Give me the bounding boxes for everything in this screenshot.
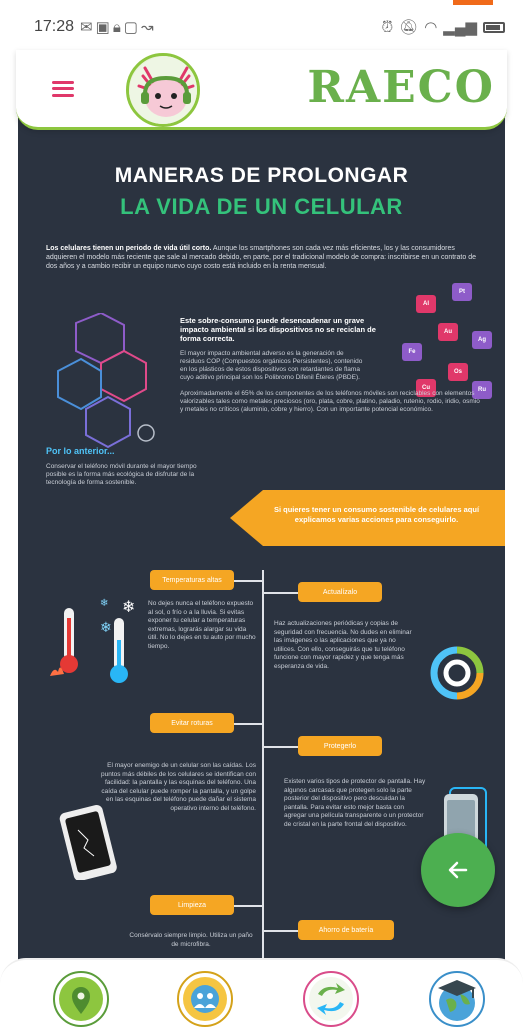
infographic-subtitle: LA VIDA DE UN CELULAR	[120, 194, 403, 219]
intro-paragraph: Los celulares tienen un periodo de vida …	[46, 244, 486, 271]
molecule-illustration	[57, 313, 155, 449]
element-tile: Os	[448, 363, 468, 381]
nav-education-button[interactable]	[428, 970, 486, 1028]
image-icon: ▣	[95, 19, 113, 36]
element-tile: Fe	[402, 343, 422, 361]
callout-banner-text: Si quieres tener un consumo sostenible d…	[273, 505, 480, 524]
por-lo-anterior-text: Conservar el teléfono móvil durante el m…	[46, 463, 197, 486]
por-lo-anterior-heading: Por lo anterior...	[46, 446, 115, 456]
community-gear-icon	[177, 971, 233, 1027]
system-icons: ⏰︎ 🔕︎ ◠ ▂▄▆	[381, 18, 505, 36]
section-text: Haz actualizaciones periódicas y copias …	[274, 620, 412, 670]
element-tile: Au	[438, 323, 458, 341]
recycle-arrows-icon	[303, 971, 359, 1027]
status-time: 17:28	[34, 18, 75, 35]
section-tag: Actualízalo	[298, 582, 382, 602]
section-tag: Limpieza	[150, 895, 234, 915]
impact-heading: Este sobre-consumo puede desencadenar un…	[180, 316, 376, 343]
svg-text:❄: ❄	[100, 598, 108, 609]
missed-call-icon: ↝	[140, 19, 157, 36]
bottom-navigation	[0, 958, 523, 1030]
nav-location-button[interactable]	[52, 970, 110, 1028]
svg-text:❄: ❄	[100, 620, 112, 636]
arrow-left-icon	[448, 861, 468, 879]
section-tag: Ahorro de batería	[298, 920, 394, 940]
timeline-connector	[230, 905, 264, 907]
section-text: No dejes nunca el teléfono expuesto al s…	[148, 600, 256, 650]
mute-icon: 🔕︎	[399, 19, 419, 36]
update-gear-icon	[430, 646, 484, 700]
section-tag: Protegerlo	[298, 736, 382, 756]
brand-logo-text: RAECO	[307, 62, 495, 113]
element-tile: Pt	[452, 283, 472, 301]
metals-text: Aproximadamente el 65% de los componente…	[180, 390, 480, 413]
alarm-icon: ⏰︎	[381, 18, 394, 36]
notification-icons: ✉▣🔒︎▢↝	[80, 18, 157, 36]
element-tile: Ag	[472, 331, 492, 349]
location-pin-icon	[53, 971, 109, 1027]
battery-icon	[483, 21, 505, 33]
section-text: Consérvalo siempre limpio. Utiliza un pa…	[129, 932, 253, 948]
timeline-connector	[230, 580, 264, 582]
section-text: El mayor enemigo de un celular son las c…	[100, 762, 256, 812]
back-fab-button[interactable]	[421, 833, 495, 907]
status-bar: 17:28 ✉▣🔒︎▢↝ ⏰︎ 🔕︎ ◠ ▂▄▆	[0, 0, 523, 54]
wifi-icon: ◠	[424, 19, 438, 36]
nav-community-button[interactable]	[176, 970, 234, 1028]
element-tile: Al	[416, 295, 436, 313]
infographic-title: MANERAS DE PROLONGAR	[114, 164, 409, 187]
mascot-avatar[interactable]	[126, 53, 200, 127]
impact-text: El mayor impacto ambiental adverso es la…	[180, 350, 363, 381]
notification-strip	[453, 0, 493, 5]
section-tag: Temperaturas altas	[150, 570, 234, 590]
broken-phone-icon	[59, 804, 117, 880]
gallery-icon: ▢	[123, 19, 141, 36]
nav-recycle-button[interactable]	[302, 970, 360, 1028]
section-tag: Evitar roturas	[150, 713, 234, 733]
mail-icon: ✉	[80, 19, 96, 36]
timeline-line	[262, 570, 264, 973]
graduation-globe-icon	[429, 971, 485, 1027]
lock-icon: 🔒︎	[112, 19, 124, 36]
app-header: RAECO	[16, 50, 507, 130]
thermometer-icon: ❄ ❄ ❄	[50, 597, 135, 683]
signal-icon: ▂▄▆	[443, 19, 477, 36]
intro-bold: Los celulares tienen un periodo de vida …	[46, 245, 212, 252]
timeline-connector	[262, 746, 298, 748]
svg-text:❄: ❄	[122, 597, 135, 616]
timeline-connector	[230, 723, 264, 725]
section-text: Existen varios tipos de protector de pan…	[284, 778, 426, 828]
axolotl-mascot-icon	[129, 56, 197, 124]
hamburger-menu-icon[interactable]	[52, 80, 74, 97]
timeline-connector	[262, 592, 298, 594]
timeline-connector	[262, 930, 298, 932]
